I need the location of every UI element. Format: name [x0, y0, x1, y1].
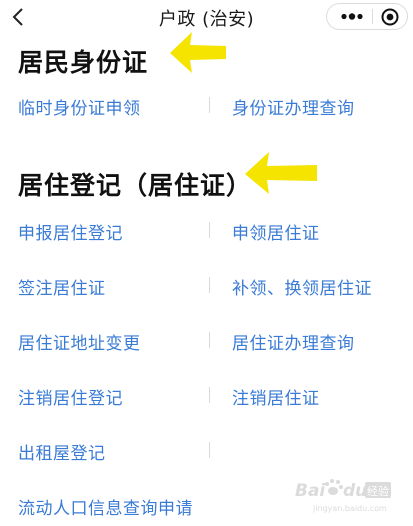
service-id-card-query[interactable]: 身份证办理查询: [232, 94, 355, 119]
service-floating-population-query[interactable]: 流动人口信息查询申请: [18, 494, 193, 519]
section-title-residence: 居住登记（居住证）: [18, 171, 253, 200]
service-declare-residence[interactable]: 申报居住登记: [18, 219, 123, 244]
service-rental-registration[interactable]: 出租屋登记: [18, 439, 106, 464]
more-dots-icon[interactable]: [337, 4, 367, 29]
service-apply-residence-permit[interactable]: 申领居住证: [232, 219, 320, 244]
yellow-arrow-icon: [243, 150, 319, 200]
service-temp-id-card[interactable]: 临时身份证申领: [18, 94, 141, 119]
capsule-divider: [372, 9, 373, 24]
svg-text:jingyan.baidu.com: jingyan.baidu.com: [312, 504, 387, 513]
service-permit-query[interactable]: 居住证办理查询: [232, 329, 355, 354]
svg-text:经验: 经验: [367, 484, 389, 498]
divider: [209, 332, 210, 348]
divider: [209, 97, 210, 113]
divider: [209, 387, 210, 403]
baidu-jingyan-logo: Bai du 经验 jingyan.baidu.com: [293, 474, 393, 516]
page: 户政 (治安) 居民身份证 临时身份证申领 身份证办理查询 居住登记（居住证） …: [0, 0, 413, 526]
mini-program-capsule: [326, 3, 408, 30]
svg-text:Bai: Bai: [295, 481, 326, 501]
service-cancel-residence[interactable]: 注销居住登记: [18, 384, 123, 409]
service-endorse-residence-permit[interactable]: 签注居住证: [18, 274, 106, 299]
divider: [209, 277, 210, 293]
divider: [209, 442, 210, 458]
service-cancel-permit[interactable]: 注销居住证: [232, 384, 320, 409]
yellow-arrow-icon: [168, 30, 228, 78]
service-reissue-residence-permit[interactable]: 补领、换领居住证: [232, 274, 372, 299]
service-change-permit-address[interactable]: 居住证地址变更: [18, 329, 141, 354]
record-close-icon[interactable]: [380, 7, 400, 27]
section-title-id-card: 居民身份证: [18, 48, 149, 77]
divider: [209, 222, 210, 238]
svg-text:du: du: [343, 481, 367, 501]
